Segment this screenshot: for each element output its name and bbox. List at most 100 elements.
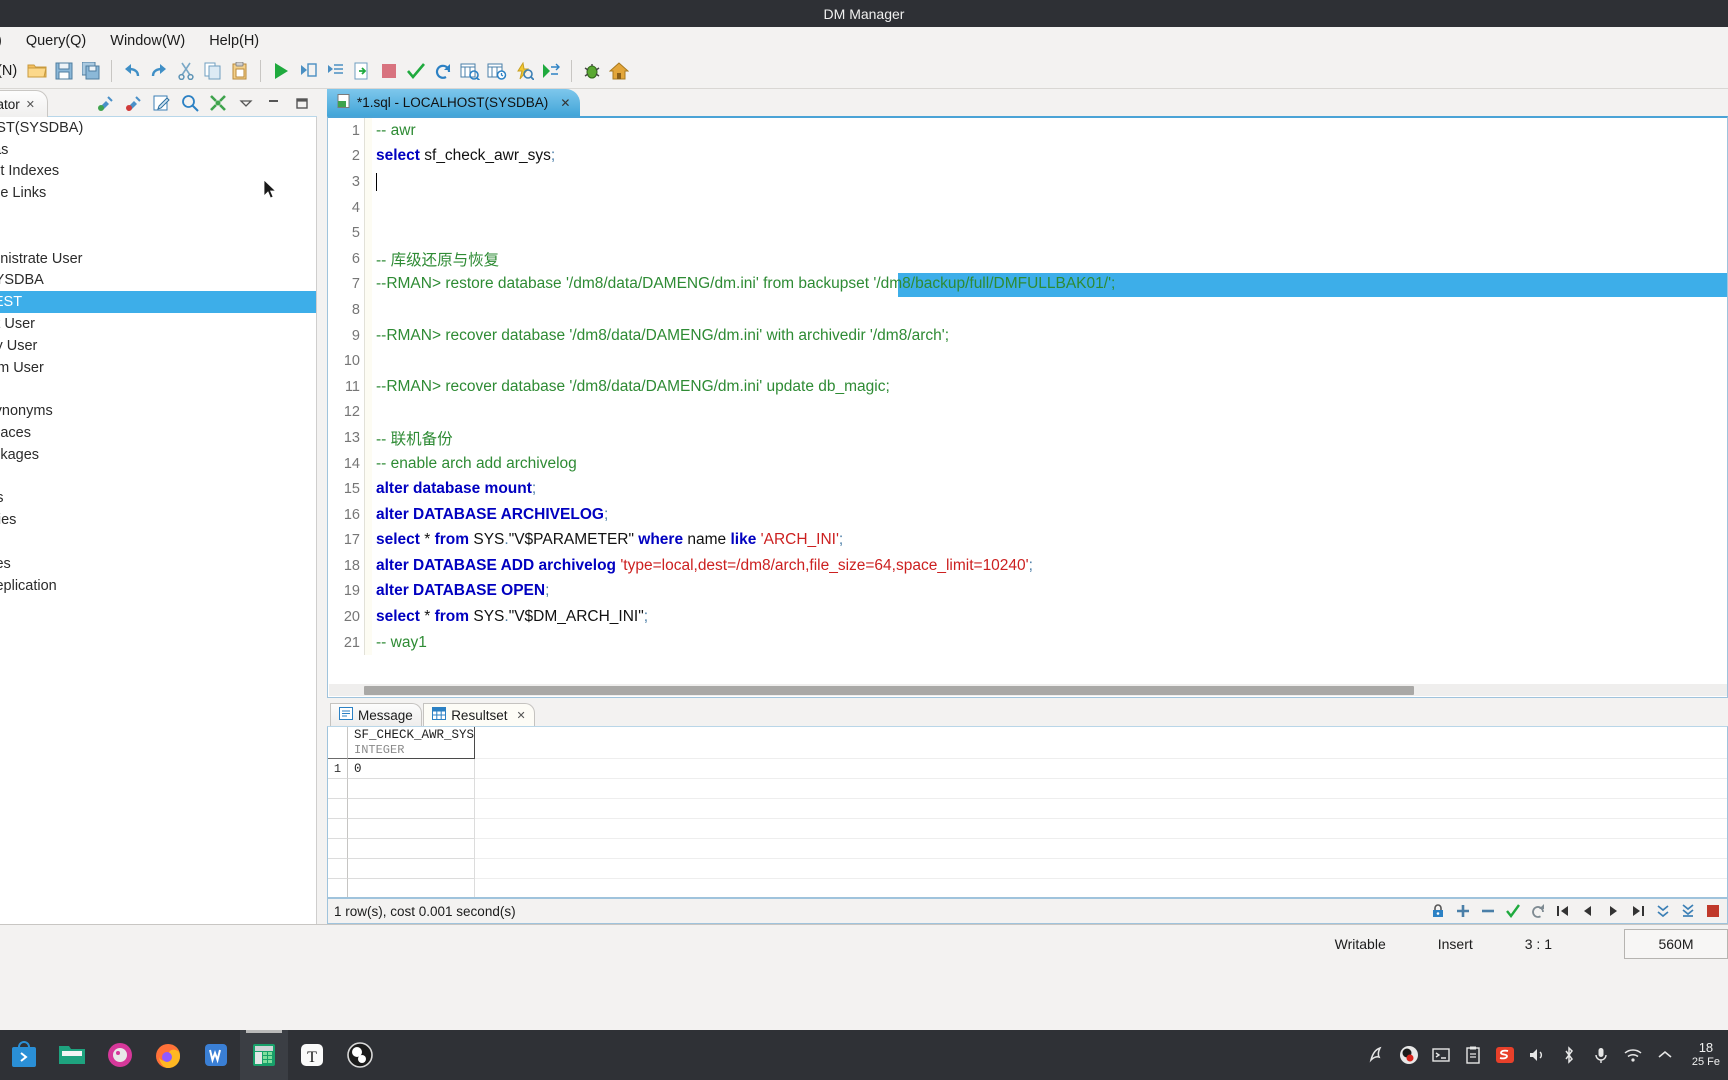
lock-icon[interactable] (1428, 901, 1448, 921)
code-line[interactable]: 21 -- way1 (328, 629, 1727, 656)
history-icon[interactable] (484, 58, 510, 84)
terminal-tray-icon[interactable] (1430, 1044, 1452, 1066)
tree-item[interactable]: nas (0, 139, 316, 161)
code-line[interactable]: 12 (328, 399, 1727, 426)
tree-item[interactable]: OST(SYSDBA) (0, 117, 316, 139)
grid-row-number[interactable] (328, 859, 348, 879)
code-line-text[interactable]: alter DATABASE OPEN; (372, 582, 549, 600)
code-line[interactable]: 15 alter database mount; (328, 476, 1727, 502)
bluetooth-icon[interactable] (1558, 1044, 1580, 1066)
stop-fetch-icon[interactable] (1703, 901, 1723, 921)
tree-item[interactable] (0, 204, 316, 226)
taskbar-clock[interactable]: 18 25 Fe (1686, 1040, 1720, 1069)
close-icon[interactable]: ✕ (516, 709, 525, 722)
execute-step-icon[interactable] (295, 58, 321, 84)
tree-item[interactable]: es (0, 379, 316, 401)
check-syntax-icon[interactable] (403, 58, 429, 84)
last-page-icon[interactable] (1628, 901, 1648, 921)
code-line-text[interactable]: -- enable arch add archivelog (372, 455, 577, 473)
grid-cell[interactable] (348, 819, 475, 839)
grid-cell[interactable] (348, 879, 475, 897)
grid-corner-cell[interactable] (328, 727, 348, 759)
tree-item[interactable]: Synonyms (0, 400, 316, 422)
grid-cell[interactable] (348, 859, 475, 879)
wps-writer-icon[interactable] (192, 1030, 240, 1080)
tree-item[interactable]: xts (0, 488, 316, 510)
microphone-icon[interactable] (1590, 1044, 1612, 1066)
app-store-icon[interactable] (0, 1030, 48, 1080)
fetch-all-icon[interactable] (1678, 901, 1698, 921)
disconnect-icon[interactable] (123, 92, 145, 114)
text-editor-icon[interactable]: T (288, 1030, 336, 1080)
grid-empty-row[interactable] (328, 859, 1727, 879)
navigator-tab[interactable]: igator ✕ (0, 90, 48, 117)
code-line[interactable]: 9 --RMAN> recover database '/dm8/data/DAM… (328, 322, 1727, 349)
tree-item[interactable]: TEST (0, 291, 316, 314)
status-memory-indicator[interactable]: 560M (1624, 929, 1728, 959)
editor-tab-1sql[interactable]: *1.sql - LOCALHOST(SYSDBA) ✕ (327, 89, 581, 116)
tree-item[interactable]: ackages (0, 444, 316, 466)
code-line[interactable]: 6 -- 库级还原与恢复 (328, 245, 1727, 272)
browser-icon[interactable] (96, 1030, 144, 1080)
code-line[interactable]: 16 alter DATABASE ARCHIVELOG; (328, 501, 1727, 528)
grid-empty-row[interactable] (328, 839, 1727, 859)
maximize-icon[interactable] (291, 92, 313, 114)
open-folder-icon[interactable] (24, 58, 50, 84)
clipboard-tray-icon[interactable] (1462, 1044, 1484, 1066)
grid-column-header[interactable]: SF_CHECK_AWR_SYS INTEGER (348, 727, 475, 759)
grid-cell[interactable] (348, 799, 475, 819)
code-line[interactable]: 20 select * from SYS."V$DM_ARCH_INI"; (328, 604, 1727, 630)
code-line-text[interactable]: --RMAN> recover database '/dm8/data/DAME… (372, 327, 949, 345)
grid-row-number[interactable] (328, 879, 348, 897)
scrollbar-thumb[interactable] (364, 686, 1414, 695)
obs-tray-icon[interactable] (1398, 1044, 1420, 1066)
redo-icon[interactable] (146, 58, 172, 84)
code-lines[interactable]: 1 -- awr 2 select sf_check_awr_sys; 3 4 5 6 -- 库… (328, 118, 1727, 697)
code-line[interactable]: 18 alter DATABASE ADD archivelog 'type=lo… (328, 553, 1727, 579)
tree-item[interactable]: Replication (0, 575, 316, 597)
results-tab-message[interactable]: Message (330, 703, 422, 726)
code-line-text[interactable]: alter DATABASE ARCHIVELOG; (372, 506, 608, 524)
grid-row-number[interactable] (328, 799, 348, 819)
add-row-icon[interactable] (1453, 901, 1473, 921)
home-icon[interactable] (606, 58, 632, 84)
code-line-text[interactable]: select sf_check_awr_sys; (372, 147, 555, 165)
menu-item-3[interactable]: Help(H) (197, 30, 271, 52)
code-line[interactable]: 3 (328, 169, 1727, 195)
rollback-icon[interactable] (430, 58, 456, 84)
code-line-text[interactable]: select * from SYS."V$DM_ARCH_INI"; (372, 608, 648, 626)
debug-icon[interactable] (579, 58, 605, 84)
tree-item[interactable]: s (0, 466, 316, 488)
grid-row-number[interactable] (328, 819, 348, 839)
undo-icon[interactable] (119, 58, 145, 84)
code-line-text[interactable] (372, 172, 377, 191)
tree-item[interactable]: SYSDBA (0, 270, 316, 292)
tree-item[interactable]: ; (0, 226, 316, 248)
code-line[interactable]: 1 -- awr (328, 118, 1727, 144)
code-line[interactable]: 13 -- 联机备份 (328, 425, 1727, 451)
code-line-text[interactable]: -- awr (372, 122, 416, 140)
code-line[interactable]: 4 (328, 194, 1727, 221)
grid-cell[interactable] (348, 839, 475, 859)
close-icon[interactable]: ✕ (26, 98, 35, 111)
tree-item[interactable]: ories (0, 509, 316, 531)
next-page-icon[interactable] (1603, 901, 1623, 921)
tree-item[interactable]: icy User (0, 335, 316, 357)
grid-empty-row[interactable] (328, 879, 1727, 897)
grid-cell[interactable]: 0 (348, 759, 475, 779)
grid-cell[interactable] (348, 779, 475, 799)
grid-row-number[interactable]: 1 (328, 759, 348, 779)
first-page-icon[interactable] (1553, 901, 1573, 921)
sogou-input-icon[interactable] (1494, 1044, 1516, 1066)
show-hidden-icon[interactable] (1654, 1044, 1676, 1066)
code-line-text[interactable]: select * from SYS."V$PARAMETER" where na… (372, 531, 843, 549)
rollback-icon[interactable] (1528, 901, 1548, 921)
fcitx-input-icon[interactable] (1366, 1044, 1388, 1066)
sql-code-editor[interactable]: 1 -- awr 2 select sf_check_awr_sys; 3 4 5 6 -- 库… (327, 116, 1728, 698)
prev-page-icon[interactable] (1578, 901, 1598, 921)
tree-item[interactable]: ministrate User (0, 248, 316, 270)
code-line[interactable]: 2 select sf_check_awr_sys; (328, 143, 1727, 170)
code-line[interactable]: 5 (328, 220, 1727, 246)
code-line[interactable]: 10 (328, 348, 1727, 374)
grid-row[interactable]: 10 (328, 759, 1727, 779)
